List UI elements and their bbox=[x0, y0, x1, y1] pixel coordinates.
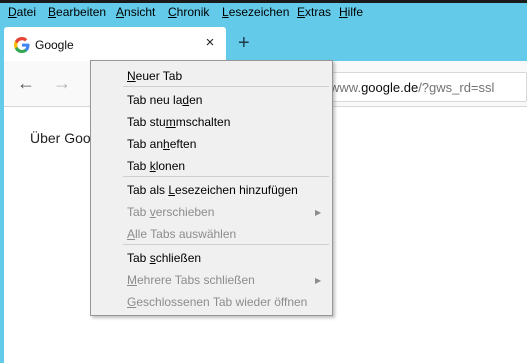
forward-arrow-icon[interactable]: → bbox=[53, 74, 71, 92]
item-text: Tab bbox=[127, 159, 150, 173]
item-text: Tab als bbox=[127, 183, 169, 197]
menu-text: xtras bbox=[305, 5, 332, 19]
menu-chronik[interactable]: Chronik bbox=[168, 5, 209, 19]
menu-text: hronik bbox=[176, 5, 210, 19]
submenu-arrow-icon: ▶ bbox=[315, 208, 322, 217]
page-link-ueber-google[interactable]: Über Goo bbox=[30, 130, 91, 146]
menu-item-reopen-closed-tab[interactable]: Geschlossenen Tab wieder öffnen bbox=[127, 295, 307, 309]
item-accel: G bbox=[127, 295, 137, 309]
item-text: lonen bbox=[155, 159, 186, 173]
menu-bearbeiten[interactable]: Bearbeiten bbox=[48, 5, 106, 19]
menu-text: ilfe bbox=[347, 5, 364, 19]
menu-text: earbeiten bbox=[56, 5, 107, 19]
item-text: Tab stu bbox=[127, 115, 166, 129]
item-text: Tab bbox=[127, 205, 150, 219]
menu-accel: H bbox=[339, 5, 348, 19]
tab-close-icon[interactable]: × bbox=[202, 34, 218, 52]
item-accel: h bbox=[163, 137, 170, 151]
item-text: lle Tabs auswählen bbox=[135, 227, 237, 241]
item-text: esezeichen hinzufügen bbox=[175, 183, 298, 197]
menu-datei[interactable]: Datei bbox=[8, 5, 36, 19]
menu-accel: C bbox=[168, 5, 177, 19]
menu-item-mute-tab[interactable]: Tab stummschalten bbox=[127, 115, 230, 129]
google-g-icon bbox=[14, 37, 30, 53]
item-accel: M bbox=[127, 273, 137, 287]
url-prefix: www. bbox=[330, 80, 362, 95]
item-text: Tab bbox=[127, 251, 150, 265]
back-arrow-icon[interactable]: ← bbox=[17, 74, 35, 92]
menu-accel: D bbox=[8, 5, 17, 19]
item-text: eschlossenen Tab wieder öffnen bbox=[136, 295, 308, 309]
submenu-arrow-icon: ▶ bbox=[315, 276, 322, 285]
menu-text: atei bbox=[16, 5, 37, 19]
menu-item-close-tab[interactable]: Tab schließen bbox=[127, 251, 201, 265]
url-path: /?gws_rd=ssl bbox=[418, 80, 495, 95]
tab-context-menu: Neuer Tab Tab neu laden Tab stummschalte… bbox=[90, 60, 333, 316]
item-accel: N bbox=[127, 69, 136, 83]
item-accel: m bbox=[165, 115, 176, 129]
menu-item-select-all-tabs[interactable]: Alle Tabs auswählen bbox=[127, 227, 236, 241]
item-text: en bbox=[189, 93, 203, 107]
menu-accel: E bbox=[297, 5, 306, 19]
menu-accel: L bbox=[222, 5, 229, 19]
item-text: ehrere Tabs schließen bbox=[137, 273, 255, 287]
menu-lesezeichen[interactable]: Lesezeichen bbox=[222, 5, 289, 19]
item-text: eften bbox=[169, 137, 197, 151]
item-accel: A bbox=[127, 227, 136, 241]
new-tab-button[interactable]: + bbox=[238, 33, 250, 53]
menu-item-new-tab[interactable]: Neuer Tab bbox=[127, 69, 182, 83]
item-text: euer Tab bbox=[135, 69, 183, 83]
menu-separator bbox=[123, 86, 329, 87]
menu-hilfe[interactable]: Hilfe bbox=[339, 5, 363, 19]
item-text: chließen bbox=[155, 251, 202, 265]
url-host: google.de bbox=[361, 80, 419, 95]
menu-item-bookmark-tab[interactable]: Tab als Lesezeichen hinzufügen bbox=[127, 183, 298, 197]
menu-item-move-tab[interactable]: Tab verschieben bbox=[127, 205, 214, 219]
menu-item-pin-tab[interactable]: Tab anheften bbox=[127, 137, 196, 151]
menu-separator bbox=[123, 244, 329, 245]
menu-extras[interactable]: Extras bbox=[297, 5, 331, 19]
item-text: mschalten bbox=[175, 115, 231, 129]
url-text: www.google.de/?gws_rd=ssl bbox=[330, 80, 494, 95]
menu-bar: Datei Bearbeiten Ansicht Chronik Lesezei… bbox=[0, 3, 527, 22]
menu-item-close-multiple-tabs[interactable]: Mehrere Tabs schließen bbox=[127, 273, 255, 287]
menu-accel: A bbox=[116, 5, 125, 19]
item-text: Tab neu la bbox=[127, 93, 183, 107]
tab-title: Google bbox=[35, 38, 74, 52]
menu-separator bbox=[123, 176, 329, 177]
menu-text: nsicht bbox=[124, 5, 156, 19]
menu-accel: B bbox=[48, 5, 57, 19]
menu-text: esezeichen bbox=[228, 5, 290, 19]
item-text: Tab an bbox=[127, 137, 164, 151]
menu-item-duplicate-tab[interactable]: Tab klonen bbox=[127, 159, 185, 173]
menu-ansicht[interactable]: Ansicht bbox=[116, 5, 155, 19]
item-text: erschieben bbox=[155, 205, 215, 219]
menu-item-reload-tab[interactable]: Tab neu laden bbox=[127, 93, 202, 107]
tab-google[interactable]: Google × bbox=[4, 27, 226, 61]
